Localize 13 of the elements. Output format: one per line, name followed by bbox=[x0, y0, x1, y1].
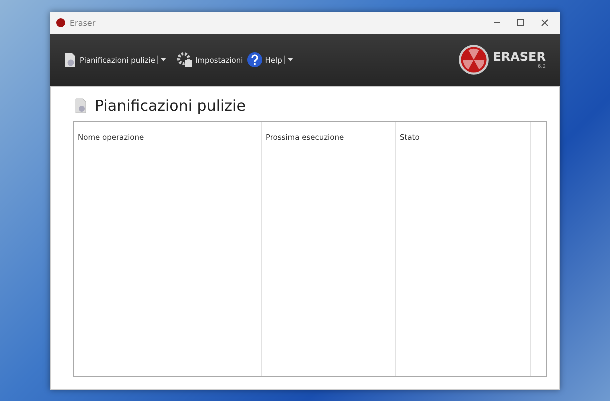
maximize-icon[interactable] bbox=[516, 18, 526, 28]
window-title: Eraser bbox=[70, 18, 97, 28]
page-title: Pianificazioni pulizie bbox=[95, 97, 246, 115]
logo-icon bbox=[458, 44, 490, 76]
help-icon bbox=[247, 52, 264, 68]
gear-icon bbox=[177, 52, 194, 68]
document-icon bbox=[62, 52, 78, 68]
close-icon[interactable] bbox=[540, 18, 550, 28]
dropdown-icon[interactable] bbox=[157, 55, 168, 65]
document-icon bbox=[73, 98, 89, 114]
logo-text: ERASER bbox=[493, 50, 546, 64]
app-icon bbox=[56, 18, 66, 28]
dropdown-icon[interactable] bbox=[284, 55, 294, 65]
